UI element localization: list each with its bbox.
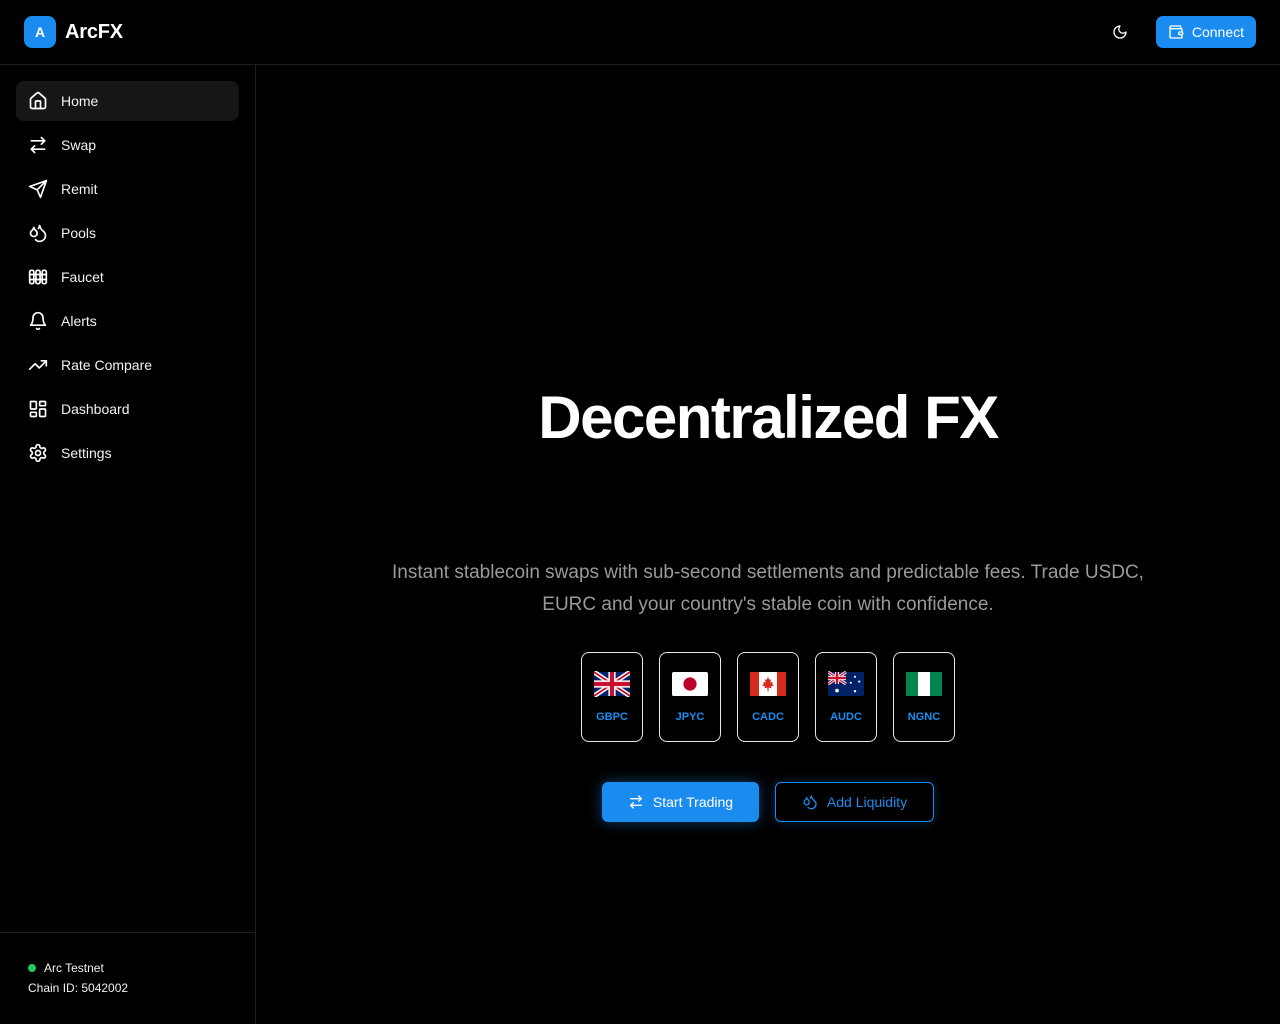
sidebar-item-swap[interactable]: Swap <box>16 125 239 165</box>
faucet-icon <box>28 269 48 285</box>
start-trading-label: Start Trading <box>652 794 734 810</box>
sidebar-nav: Home Swap Remit Pools Faucet Alerts Rate… <box>0 65 255 493</box>
swap-arrows-icon <box>629 795 642 809</box>
sidebar-item-label: Remit <box>61 181 98 197</box>
droplets-icon <box>803 795 817 810</box>
sidebar-item-remit[interactable]: Remit <box>16 169 239 209</box>
sidebar-item-pools[interactable]: Pools <box>16 213 239 253</box>
header-actions: Connect <box>1102 14 1256 50</box>
coin-card-gbpc[interactable]: GBPC <box>581 652 643 742</box>
sidebar-item-label: Settings <box>61 445 112 461</box>
brand[interactable]: A ArcFX <box>24 16 123 48</box>
theme-toggle-button[interactable] <box>1102 14 1138 50</box>
network-row: Arc Testnet <box>28 961 227 975</box>
sidebar-item-label: Alerts <box>61 313 97 329</box>
coin-label: GBPC <box>596 711 628 723</box>
uk-flag-icon <box>594 671 630 697</box>
coin-label: JPYC <box>675 711 705 723</box>
send-icon <box>28 179 48 199</box>
coin-card-cadc[interactable]: CADC <box>737 652 799 742</box>
sidebar: Home Swap Remit Pools Faucet Alerts Rate… <box>0 65 256 1024</box>
australia-flag-icon <box>828 671 864 696</box>
add-liquidity-button[interactable]: Add Liquidity <box>775 782 934 822</box>
home-icon <box>29 91 47 110</box>
sidebar-item-home[interactable]: Home <box>16 81 239 121</box>
coin-card-ngnc[interactable]: NGNC <box>893 652 955 742</box>
bell-icon <box>29 311 47 331</box>
main-content: Decentralized FX Instant stablecoin swap… <box>256 65 1280 1024</box>
hero-subtitle: Instant stablecoin swaps with sub-second… <box>392 562 1144 615</box>
sidebar-item-label: Rate Compare <box>61 357 153 373</box>
logo: A <box>24 16 56 48</box>
dashboard-icon <box>29 400 47 418</box>
gear-icon <box>29 443 47 463</box>
sidebar-item-dashboard[interactable]: Dashboard <box>16 389 239 429</box>
sidebar-item-alerts[interactable]: Alerts <box>16 301 239 341</box>
droplets-icon <box>29 224 47 243</box>
nigeria-flag-icon <box>906 672 942 696</box>
chain-id: Chain ID: 5042002 <box>28 981 129 995</box>
brand-name: ArcFX <box>65 20 123 43</box>
sidebar-item-label: Home <box>61 93 99 109</box>
coin-label: AUDC <box>830 711 862 723</box>
hero-actions: Start Trading Add Liquidity <box>256 782 1280 822</box>
sidebar-item-label: Pools <box>61 225 97 241</box>
coin-label: NGNC <box>907 711 941 723</box>
japan-flag-icon <box>672 672 708 696</box>
coin-card-jpyc[interactable]: JPYC <box>659 652 721 742</box>
sidebar-item-label: Faucet <box>61 269 104 285</box>
top-header: A ArcFX Connect <box>0 0 1280 65</box>
hero-title: Decentralized FX <box>538 384 999 451</box>
trending-up-icon <box>28 360 48 370</box>
coin-list: GBPC JPYC CADC AUDC NGNC <box>256 652 1280 742</box>
sidebar-item-rate-compare[interactable]: Rate Compare <box>16 345 239 385</box>
connect-label: Connect <box>1191 24 1244 40</box>
sidebar-item-settings[interactable]: Settings <box>16 433 239 473</box>
sidebar-item-faucet[interactable]: Faucet <box>16 257 239 297</box>
coin-card-audc[interactable]: AUDC <box>815 652 877 742</box>
moon-icon <box>1113 25 1127 39</box>
status-dot <box>28 964 36 972</box>
wallet-icon <box>1169 25 1184 39</box>
coin-label: CADC <box>752 711 784 723</box>
sidebar-item-label: Dashboard <box>61 401 130 417</box>
connect-wallet-button[interactable]: Connect <box>1155 16 1256 48</box>
network-name: Arc Testnet <box>44 961 104 975</box>
start-trading-button[interactable]: Start Trading <box>602 782 759 822</box>
canada-flag-icon <box>750 672 786 696</box>
sidebar-item-label: Swap <box>61 137 97 153</box>
add-liquidity-label: Add Liquidity <box>826 794 908 810</box>
network-status: Arc Testnet Chain ID: 5042002 <box>0 932 255 1024</box>
swap-arrows-icon <box>30 136 46 154</box>
